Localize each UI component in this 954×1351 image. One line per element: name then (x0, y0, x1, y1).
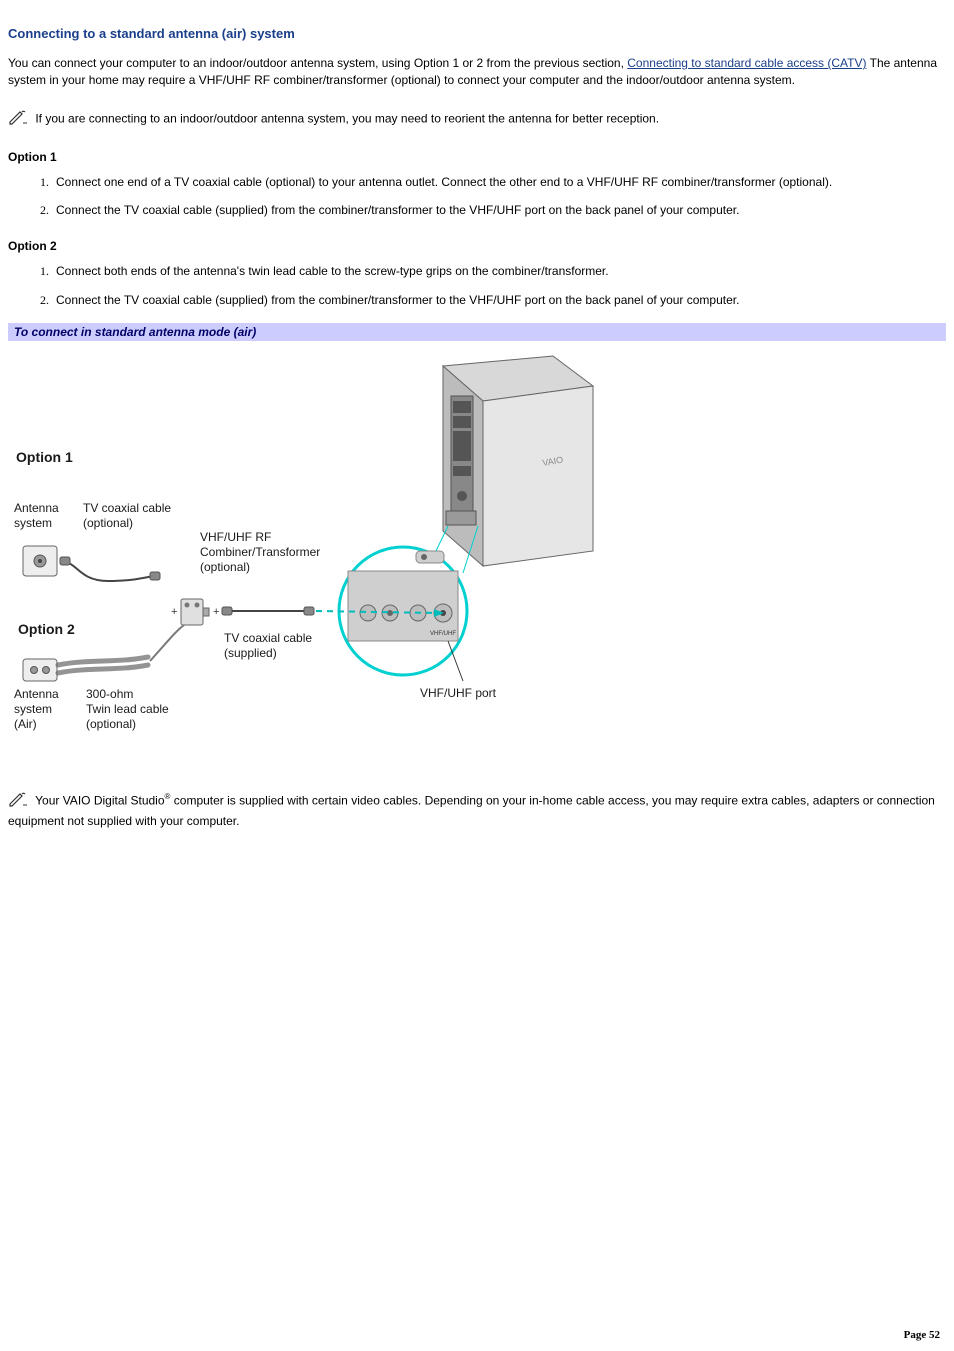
pencil-note-icon (8, 109, 30, 130)
diagram-antenna1-label: Antenna system (14, 501, 59, 531)
diagram-twinlead-label: 300-ohm Twin lead cable (optional) (86, 687, 169, 732)
diagram-port-label: VHF/UHF port (420, 686, 496, 701)
diagram-option2-label: Option 2 (18, 621, 75, 639)
diagram-caption: To connect in standard antenna mode (air… (8, 323, 946, 341)
option2-heading: Option 2 (8, 239, 946, 253)
note-reorient: If you are connecting to an indoor/outdo… (8, 109, 946, 130)
page-number: Page 52 (904, 1329, 940, 1341)
diagram-coax-supplied-label: TV coaxial cable (supplied) (224, 631, 312, 661)
note-cables: Your VAIO Digital Studio® computer is su… (8, 791, 946, 830)
note-cables-text-a: Your VAIO Digital Studio (32, 793, 165, 807)
catv-link[interactable]: Connecting to standard cable access (CAT… (627, 56, 866, 70)
diagram-coax-optional-label: TV coaxial cable (optional) (83, 501, 171, 531)
svg-text:VHF/UHF: VHF/UHF (430, 631, 456, 637)
list-item: Connect the TV coaxial cable (supplied) … (52, 292, 946, 309)
pencil-note-icon (8, 791, 30, 812)
svg-text:+: + (171, 606, 177, 618)
intro-text-1: You can connect your computer to an indo… (8, 56, 627, 70)
option1-heading: Option 1 (8, 150, 946, 164)
page-title: Connecting to a standard antenna (air) s… (8, 26, 946, 41)
connection-diagram: VAIO VHF/UHF (8, 341, 618, 751)
list-item: Connect the TV coaxial cable (supplied) … (52, 202, 946, 219)
diagram-antenna2-label: Antenna system (Air) (14, 687, 59, 732)
note-reorient-text: If you are connecting to an indoor/outdo… (32, 111, 659, 125)
list-item: Connect both ends of the antenna's twin … (52, 263, 946, 280)
list-item: Connect one end of a TV coaxial cable (o… (52, 174, 946, 191)
diagram-combiner-label: VHF/UHF RF Combiner/Transformer (optiona… (200, 530, 320, 575)
intro-paragraph: You can connect your computer to an indo… (8, 55, 946, 89)
option2-steps: Connect both ends of the antenna's twin … (8, 263, 946, 309)
diagram-option1-label: Option 1 (16, 449, 73, 467)
svg-text:+: + (213, 606, 219, 618)
option1-steps: Connect one end of a TV coaxial cable (o… (8, 174, 946, 220)
